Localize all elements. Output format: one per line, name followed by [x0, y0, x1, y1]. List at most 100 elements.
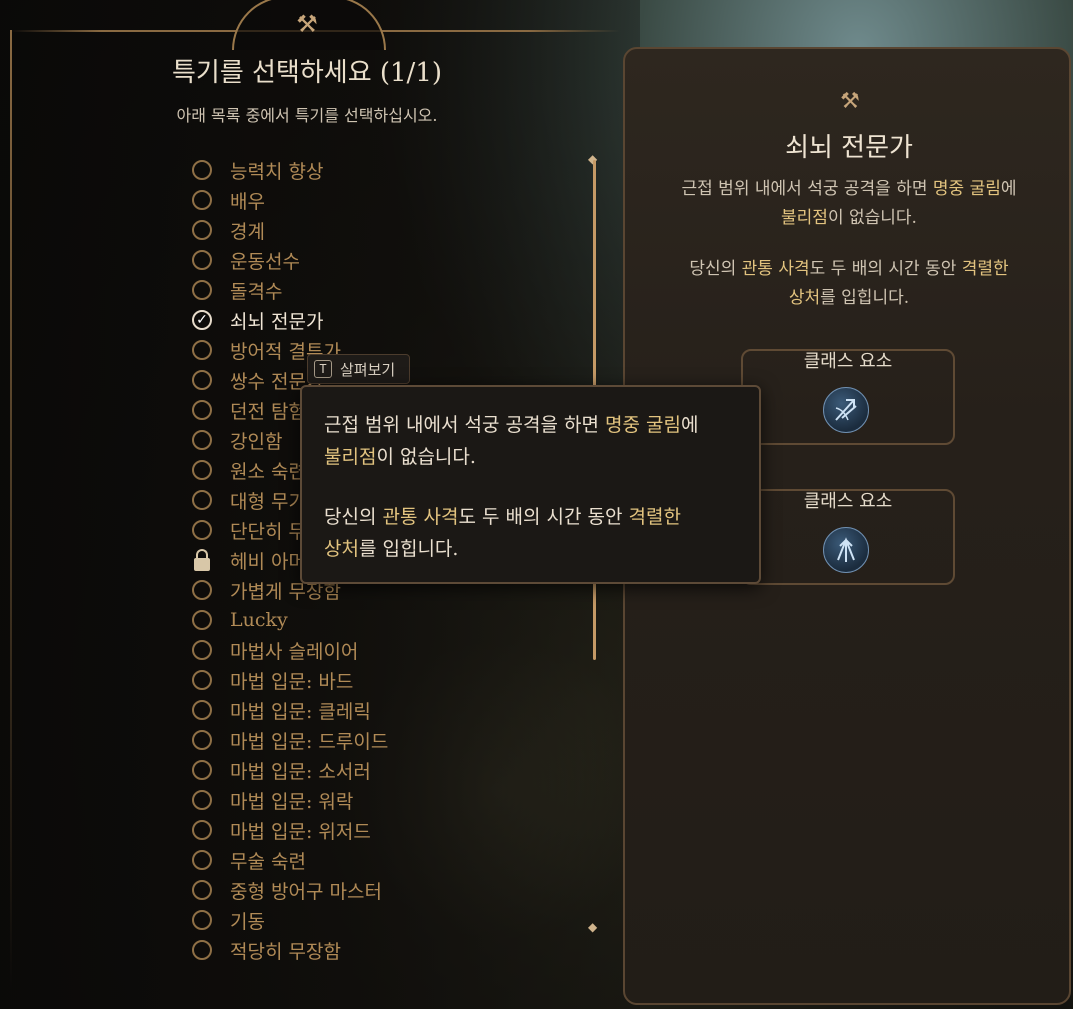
radio-button[interactable]: [192, 790, 212, 810]
class-feature-label: 클래스 요소: [803, 491, 893, 512]
tooltip-text: 근접 범위 내에서 석궁 공격을 하면: [324, 414, 605, 436]
tooltip-text: 도 두 배의 시간 동안: [458, 506, 629, 528]
feat-item[interactable]: 마법 입문: 클레릭: [192, 695, 492, 725]
t-key-icon: T: [314, 360, 332, 378]
desc-text: 도 두 배의 시간 동안: [809, 259, 962, 279]
keyword-gaping-wound[interactable]: 격렬한: [962, 259, 1009, 279]
feat-item[interactable]: 기동: [192, 905, 492, 935]
radio-button[interactable]: [192, 880, 212, 900]
radio-button[interactable]: [192, 670, 212, 690]
feat-label: 강인함: [230, 430, 283, 453]
keyword-wound[interactable]: 상처: [789, 288, 820, 308]
crossed-hammers-icon: ⚒: [296, 10, 318, 38]
feat-item[interactable]: 능력치 향상: [192, 155, 492, 185]
radio-button[interactable]: [192, 340, 212, 360]
crossbow-class-icon[interactable]: [823, 387, 869, 433]
class-feature-box: 클래스 요소: [741, 349, 955, 445]
radio-button[interactable]: [192, 430, 212, 450]
feat-label: 마법사 슬레이어: [230, 640, 359, 663]
feat-label: 운동선수: [230, 250, 300, 273]
scroll-down-marker-icon[interactable]: ◆: [588, 920, 597, 934]
radio-button[interactable]: [192, 400, 212, 420]
radio-button[interactable]: [192, 280, 212, 300]
desc-text: 이 없습니다.: [827, 208, 917, 228]
feat-item[interactable]: 적당히 무장함: [192, 935, 492, 965]
feat-item[interactable]: 운동선수: [192, 245, 492, 275]
feat-label: 기동: [230, 910, 265, 933]
tooltip-line: 불리점이 없습니다.: [324, 441, 476, 473]
feat-item[interactable]: 마법 입문: 위저드: [192, 815, 492, 845]
class-feature-box: 클래스 요소: [741, 489, 955, 585]
crossed-hammers-icon: ⚒: [840, 89, 860, 114]
keyword-attack-roll[interactable]: 명중 굴림: [605, 414, 681, 436]
desc-text: 근접 범위 내에서 석궁 공격을 하면: [681, 179, 933, 199]
radio-button[interactable]: [192, 580, 212, 600]
radio-button[interactable]: [192, 250, 212, 270]
feat-label: 무술 숙련: [230, 850, 306, 873]
feat-label: 돌격수: [230, 280, 283, 303]
checkmark-icon[interactable]: ✓: [192, 310, 212, 330]
panel-frame-left: [10, 30, 12, 990]
feat-item[interactable]: 마법 입문: 바드: [192, 665, 492, 695]
feat-item[interactable]: 무술 숙련: [192, 845, 492, 875]
radio-button[interactable]: [192, 220, 212, 240]
radio-button[interactable]: [192, 460, 212, 480]
radio-button[interactable]: [192, 730, 212, 750]
keyword-gaping-wound[interactable]: 격렬한: [629, 506, 681, 528]
keyword-wound[interactable]: 상처: [324, 538, 359, 560]
radio-button[interactable]: [192, 640, 212, 660]
tooltip-text: 에: [680, 414, 699, 436]
feat-item[interactable]: Lucky: [192, 605, 492, 635]
feat-label: 마법 입문: 워락: [230, 790, 354, 813]
feat-label: 마법 입문: 바드: [230, 670, 354, 693]
padlock-icon: [192, 549, 212, 571]
tooltip-line: 상처를 입힙니다.: [324, 533, 458, 565]
feat-item[interactable]: 마법사 슬레이어: [192, 635, 492, 665]
keyword-disadvantage[interactable]: 불리점: [324, 446, 376, 468]
feat-label: 원소 숙련: [230, 460, 306, 483]
radio-button[interactable]: [192, 610, 212, 630]
radio-button[interactable]: [192, 910, 212, 930]
tooltip-text: 당신의: [324, 506, 383, 528]
keyword-attack-roll[interactable]: 명중 굴림: [933, 179, 1001, 199]
radio-button[interactable]: [192, 370, 212, 390]
desc-text: 에: [1000, 179, 1017, 199]
arrows-class-icon[interactable]: [823, 527, 869, 573]
radio-button[interactable]: [192, 160, 212, 180]
keyword-disadvantage[interactable]: 불리점: [781, 208, 828, 228]
feat-item[interactable]: ✓ 쇠뇌 전문가: [192, 305, 492, 335]
page-subtitle: 아래 목록 중에서 특기를 선택하십시오.: [176, 106, 438, 125]
radio-button[interactable]: [192, 940, 212, 960]
feat-item[interactable]: 배우: [192, 185, 492, 215]
tooltip-line: 근접 범위 내에서 석궁 공격을 하면 명중 굴림에: [324, 409, 698, 441]
feat-label: 경계: [230, 220, 265, 243]
feat-item[interactable]: 경계: [192, 215, 492, 245]
feat-label: 마법 입문: 위저드: [230, 820, 371, 843]
radio-button[interactable]: [192, 700, 212, 720]
keyword-piercing-shot[interactable]: 관통 사격: [742, 259, 810, 279]
feat-label: 마법 입문: 소서러: [230, 760, 371, 783]
class-feature-label: 클래스 요소: [803, 351, 893, 372]
radio-button[interactable]: [192, 190, 212, 210]
feat-label: Lucky: [230, 609, 288, 631]
feat-label: 적당히 무장함: [230, 940, 341, 963]
feat-detail-description-2: 당신의 관통 사격도 두 배의 시간 동안 격렬한 상처를 입힙니다.: [645, 255, 1053, 313]
desc-text: 를 입힙니다.: [820, 288, 910, 308]
radio-button[interactable]: [192, 490, 212, 510]
feat-item[interactable]: 마법 입문: 소서러: [192, 755, 492, 785]
keyword-piercing-shot[interactable]: 관통 사격: [382, 506, 458, 528]
radio-button[interactable]: [192, 760, 212, 780]
preview-label: 살펴보기: [340, 360, 396, 379]
page-title: 특기를 선택하세요 (1/1): [171, 58, 443, 88]
feat-label: 마법 입문: 드루이드: [230, 730, 389, 753]
feat-item[interactable]: 중형 방어구 마스터: [192, 875, 492, 905]
preview-hint[interactable]: T 살펴보기: [307, 354, 410, 384]
feat-item[interactable]: 돌격수: [192, 275, 492, 305]
radio-button[interactable]: [192, 850, 212, 870]
radio-button[interactable]: [192, 820, 212, 840]
radio-button[interactable]: [192, 520, 212, 540]
desc-text: 당신의: [689, 259, 742, 279]
feat-item[interactable]: 마법 입문: 드루이드: [192, 725, 492, 755]
feat-label: 중형 방어구 마스터: [230, 880, 382, 903]
feat-item[interactable]: 마법 입문: 워락: [192, 785, 492, 815]
